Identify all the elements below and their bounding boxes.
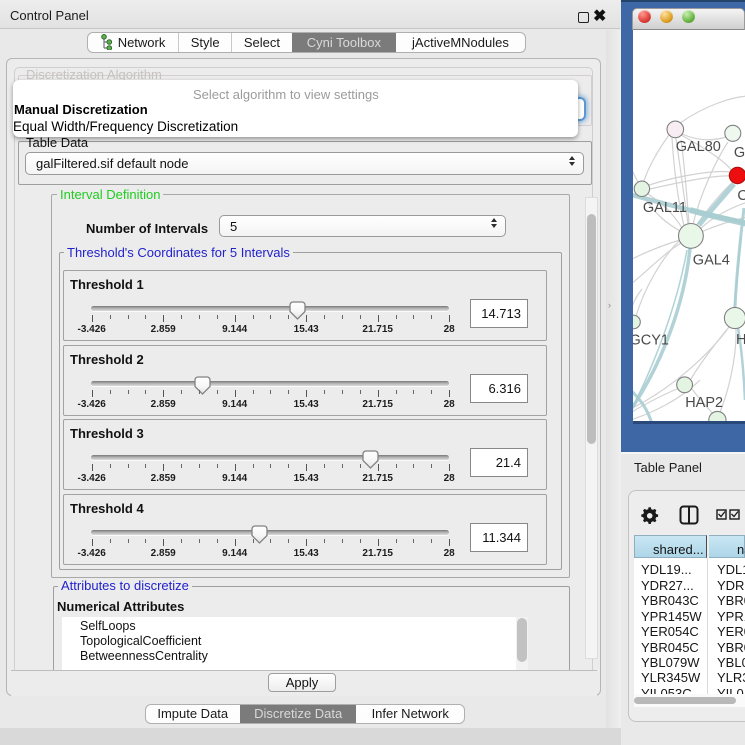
svg-text:C: C [737,188,745,204]
svg-text:GAL80: GAL80 [676,139,721,155]
svg-text:GA: GA [734,145,745,161]
svg-text:GCY1: GCY1 [633,333,669,349]
svg-text:HAP2: HAP2 [685,395,723,411]
svg-text:GAL11: GAL11 [643,200,687,216]
svg-text:H: H [736,332,745,348]
svg-text:GAL4: GAL4 [693,253,730,269]
